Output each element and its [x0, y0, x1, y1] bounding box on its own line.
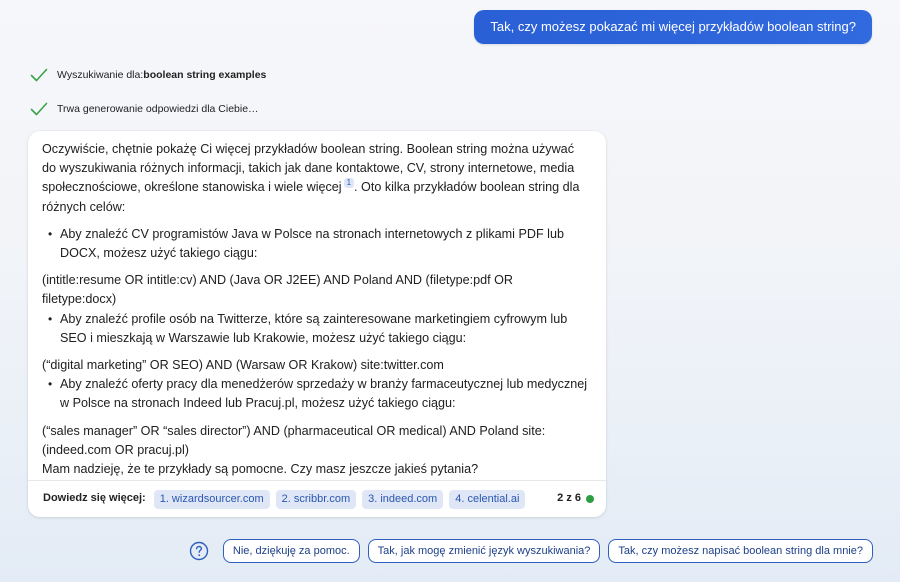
status-dot-icon	[586, 494, 594, 503]
suggested-responses: Nie, dziękuję za pomoc. Tak, jak mogę zm…	[189, 539, 873, 563]
boolean-string-3: (“sales manager” OR “sales director”) AN…	[42, 423, 546, 457]
turn-counter-text: 2 z 6	[557, 492, 581, 505]
bullet-text: Aby znaleźć profile osób na Twitterze, k…	[60, 311, 568, 345]
boolean-string-1: (intitle:resume OR intitle:cv) AND (Java…	[42, 273, 514, 307]
user-message-bubble: Tak, czy możesz pokazać mi więcej przykł…	[474, 10, 872, 44]
list-item: • Aby znaleźć CV programistów Java w Pol…	[48, 225, 590, 263]
search-query: boolean string examples	[143, 69, 267, 81]
question-circle-icon[interactable]	[189, 541, 209, 561]
generating-status: Trwa generowanie odpowiedzi dla Ciebie…	[30, 102, 259, 116]
learn-more-bar: Dowiedz się więcej: 1. wizardsourcer.com…	[28, 480, 606, 517]
suggestion-chip-change-language[interactable]: Tak, jak mogę zmienić język wyszukiwania…	[367, 539, 601, 563]
turn-counter: 2 z 6	[557, 489, 594, 508]
bullet-dot: •	[48, 377, 53, 392]
list-item: • Aby znaleźć profile osób na Twitterze,…	[48, 310, 590, 348]
bullet-dot: •	[48, 311, 53, 326]
source-link-indeed[interactable]: 3. indeed.com	[362, 489, 444, 509]
search-status-prefix: Wyszukiwanie dla:	[57, 69, 144, 81]
search-status: Wyszukiwanie dla: boolean string example…	[30, 68, 266, 82]
boolean-string-2: (“digital marketing” OR SEO) AND (Warsaw…	[42, 358, 444, 373]
citation-1[interactable]: 1	[343, 178, 355, 189]
bullet-dot: •	[48, 226, 53, 241]
check-icon	[30, 68, 48, 82]
response-intro: Oczywiście, chętnie pokażę Ci więcej prz…	[42, 140, 590, 217]
response-closing: Mam nadzieję, że te przykłady są pomocne…	[42, 462, 479, 477]
source-link-celential[interactable]: 4. celential.ai	[449, 489, 526, 509]
source-link-wizardsourcer[interactable]: 1. wizardsourcer.com	[153, 489, 270, 509]
learn-more-label: Dowiedz się więcej:	[43, 492, 146, 505]
check-icon	[30, 102, 48, 116]
bullet-text: Aby znaleźć oferty pracy dla menedżerów …	[60, 377, 588, 411]
response-card: Oczywiście, chętnie pokażę Ci więcej prz…	[28, 131, 606, 517]
generating-status-text: Trwa generowanie odpowiedzi dla Ciebie…	[57, 103, 259, 115]
suggestion-chip-write-boolean[interactable]: Tak, czy możesz napisać boolean string d…	[608, 539, 873, 563]
bullet-text: Aby znaleźć CV programistów Java w Polsc…	[60, 226, 564, 261]
list-item: • Aby znaleźć oferty pracy dla menedżeró…	[48, 375, 590, 413]
source-link-scribbr[interactable]: 2. scribbr.com	[275, 489, 357, 509]
suggestion-chip-no-thanks[interactable]: Nie, dziękuję za pomoc.	[222, 539, 360, 563]
